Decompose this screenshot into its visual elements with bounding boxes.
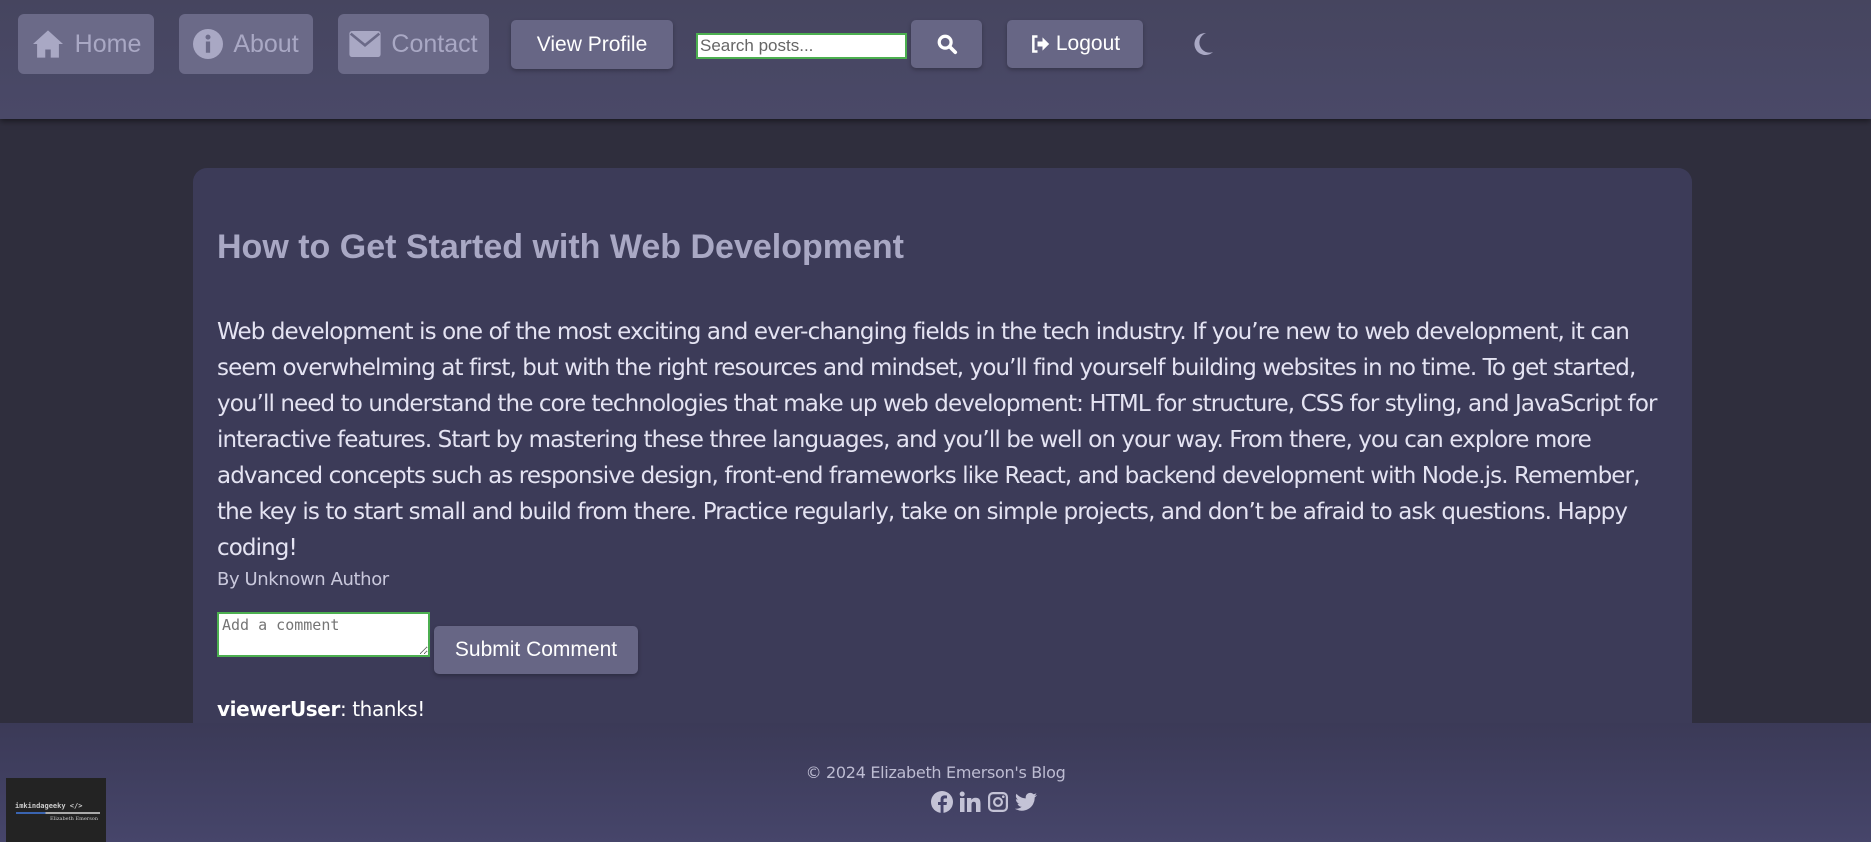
comment-item: viewerUser: thanks! <box>217 697 425 721</box>
post-body: Web development is one of the most excit… <box>217 319 1658 561</box>
site-logo: imkindageeky </> Elizabeth Emerson <box>6 778 106 842</box>
footer: © 2024 Elizabeth Emerson's Blog imkindag… <box>0 723 1871 842</box>
social-links <box>930 790 1038 814</box>
nav-contact-link[interactable]: Contact <box>338 14 489 74</box>
logo-bar <box>16 812 100 814</box>
twitter-icon[interactable] <box>1014 790 1038 814</box>
search-icon <box>937 34 957 55</box>
top-nav: Home About Contact View Profile Logout <box>0 0 1871 119</box>
logout-label: Logout <box>1055 32 1121 55</box>
nav-home-label: Home <box>74 29 142 58</box>
envelope-icon <box>349 31 382 57</box>
comment-text: : thanks! <box>339 697 425 721</box>
info-icon <box>193 29 224 59</box>
search-button[interactable] <box>911 20 982 68</box>
instagram-icon[interactable] <box>986 790 1010 814</box>
post-author: By Unknown Author <box>217 569 389 590</box>
nav-about-label: About <box>233 29 299 58</box>
view-profile-button[interactable]: View Profile <box>511 20 673 69</box>
logo-subtext: Elizabeth Emerson <box>50 816 98 822</box>
sign-out-icon <box>1031 35 1050 53</box>
logo-text: imkindageeky </> <box>15 802 83 810</box>
submit-comment-button[interactable]: Submit Comment <box>434 626 638 674</box>
nav-home-link[interactable]: Home <box>18 14 154 74</box>
linkedin-icon[interactable] <box>958 790 982 814</box>
search-input[interactable] <box>696 33 907 59</box>
copyright: © 2024 Elizabeth Emerson's Blog <box>805 763 1066 782</box>
nav-about-link[interactable]: About <box>179 14 313 74</box>
moon-icon[interactable] <box>1192 32 1214 56</box>
post-title: How to Get Started with Web Development <box>217 228 904 266</box>
comment-user: viewerUser <box>217 697 340 721</box>
facebook-icon[interactable] <box>930 790 954 814</box>
nav-contact-label: Contact <box>391 29 478 58</box>
home-icon <box>32 30 63 58</box>
logout-button[interactable]: Logout <box>1007 20 1143 68</box>
comment-input[interactable] <box>217 612 430 657</box>
